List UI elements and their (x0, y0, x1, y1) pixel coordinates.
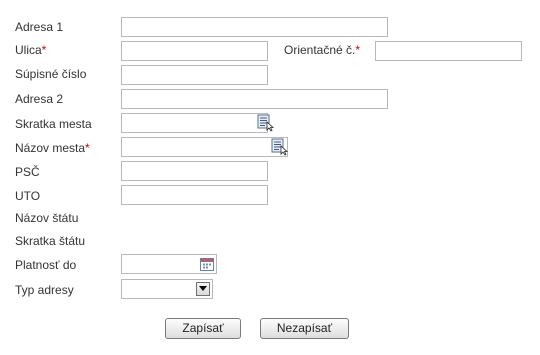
label-psc: PSČ (15, 165, 40, 179)
ulica-input[interactable] (121, 41, 268, 61)
label-ulica: Ulica* (15, 42, 46, 58)
label-skratka-mesta: Skratka mesta (15, 117, 92, 131)
label-adresa-1: Adresa 1 (15, 20, 64, 34)
skratka-mesta-input[interactable] (121, 113, 268, 133)
label-nazov-mesta: Názov mesta* (15, 140, 90, 156)
required-marker: * (85, 141, 90, 155)
label-orientacne-cislo: Orientačné č.* (284, 42, 360, 58)
label-platnost-do: Platnosť do (15, 258, 77, 272)
label-supisne-cislo: Súpisné číslo (15, 67, 87, 81)
required-marker: * (41, 43, 47, 57)
psc-input[interactable] (121, 161, 268, 181)
typ-adresy-select[interactable] (121, 279, 213, 299)
supisne-cislo-input[interactable] (121, 65, 268, 85)
label-ulica-text: Ulica (15, 43, 42, 57)
save-button[interactable]: Zapísať (165, 318, 241, 339)
list-picker-icon[interactable] (257, 114, 275, 132)
orientacne-cislo-input[interactable] (375, 41, 522, 61)
calendar-icon[interactable] (199, 256, 215, 272)
label-adresa-2: Adresa 2 (15, 92, 64, 106)
nazov-mesta-input[interactable] (121, 137, 288, 157)
uto-input[interactable] (121, 185, 268, 205)
adresa-1-input[interactable] (121, 17, 388, 37)
list-picker-icon[interactable] (271, 138, 289, 156)
label-orientacne-text: Orientačné č. (284, 43, 356, 57)
label-nazov-statu: Názov štátu (15, 211, 79, 225)
adresa-2-input[interactable] (121, 89, 388, 109)
label-nazov-mesta-text: Názov mesta (15, 141, 86, 155)
cancel-button[interactable]: Nezapísať (260, 318, 349, 339)
label-skratka-statu: Skratka štátu (15, 234, 86, 248)
chevron-down-icon[interactable] (196, 282, 210, 296)
required-marker: * (355, 43, 361, 57)
label-uto: UTO (15, 189, 41, 203)
label-typ-adresy: Typ adresy (15, 283, 74, 297)
